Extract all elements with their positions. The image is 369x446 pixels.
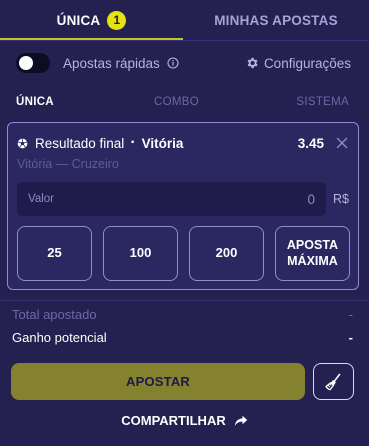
- selection-card: Resultado final · Vitória 3.45 Vitória —…: [7, 122, 359, 290]
- share-button[interactable]: COMPARTILHAR: [0, 413, 369, 428]
- summary-divider: [0, 300, 369, 301]
- tab-single[interactable]: ÚNICA 1: [0, 0, 183, 40]
- gear-icon: [245, 56, 259, 70]
- total-staked-label: Total apostado: [12, 307, 97, 322]
- potential-win-value: -: [348, 330, 353, 345]
- total-staked-value: -: [348, 307, 353, 322]
- tabs-divider: [0, 40, 369, 41]
- match-name: Vitória — Cruzeiro: [17, 157, 119, 171]
- quick-bets-toggle[interactable]: [16, 53, 50, 73]
- toggle-knob: [19, 56, 33, 70]
- quick-amount-200-button[interactable]: 200: [189, 226, 264, 281]
- selection-pick: Vitória: [141, 135, 184, 151]
- selection-odds: 3.45: [297, 135, 324, 151]
- close-icon[interactable]: [336, 137, 348, 149]
- share-arrow-icon: [234, 415, 248, 427]
- clear-slip-button[interactable]: [313, 363, 354, 400]
- bet-mode-tabs: ÚNICA COMBO SISTEMA: [16, 96, 349, 112]
- quick-amount-100-button[interactable]: 100: [103, 226, 178, 281]
- soccer-ball-icon: [17, 138, 28, 149]
- currency-label: R$: [333, 192, 349, 206]
- total-staked-row: Total apostado -: [12, 307, 353, 322]
- potential-win-label: Ganho potencial: [12, 330, 107, 345]
- selection-count-badge: 1: [107, 10, 127, 30]
- tab-my-bets-label: MINHAS APOSTAS: [214, 12, 338, 28]
- info-icon[interactable]: [167, 57, 179, 69]
- tab-single-label: ÚNICA: [56, 12, 101, 28]
- separator-dot: ·: [130, 134, 136, 151]
- quick-bets-label: Apostas rápidas: [63, 55, 160, 71]
- place-bet-button[interactable]: APOSTAR: [11, 363, 305, 400]
- mode-tab-system[interactable]: SISTEMA: [296, 96, 349, 108]
- selection-header: Resultado final · Vitória 3.45: [17, 134, 348, 152]
- share-label: COMPARTILHAR: [121, 413, 226, 428]
- settings-button[interactable]: Configurações: [245, 56, 351, 71]
- quick-amount-25-button[interactable]: 25: [17, 226, 92, 281]
- tab-my-bets[interactable]: MINHAS APOSTAS: [183, 0, 369, 40]
- stake-placeholder: Valor: [28, 193, 54, 205]
- stake-value: 0: [307, 191, 315, 207]
- stake-input[interactable]: Valor 0: [17, 182, 326, 216]
- quick-bets-row: Apostas rápidas Configurações: [16, 52, 351, 74]
- settings-label: Configurações: [263, 55, 351, 71]
- mode-tab-single[interactable]: ÚNICA: [16, 96, 54, 108]
- bet-slip-tabs: ÚNICA 1 MINHAS APOSTAS: [0, 0, 369, 40]
- mode-tab-combo[interactable]: COMBO: [154, 96, 199, 108]
- potential-win-row: Ganho potencial -: [12, 330, 353, 345]
- market-name: Resultado final: [35, 135, 125, 151]
- max-bet-button[interactable]: APOSTA MÁXIMA: [275, 226, 350, 281]
- broom-icon: [324, 372, 344, 392]
